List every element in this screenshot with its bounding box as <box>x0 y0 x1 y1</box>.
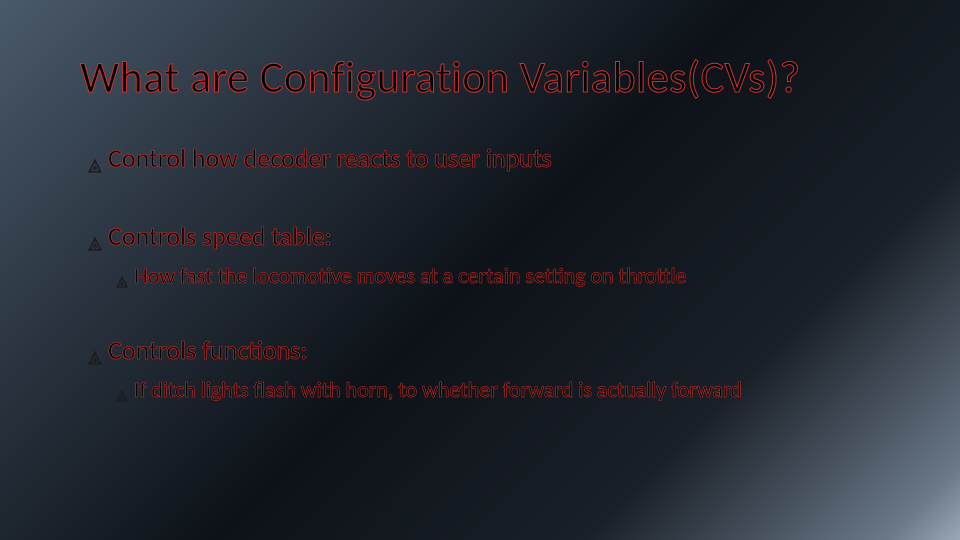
bullet-level2: If ditch lights flash with horn, to whet… <box>116 376 880 408</box>
slide-title: What are Configuration Variables(CVs)? <box>80 50 880 104</box>
slide: What are Configuration Variables(CVs)? C… <box>0 0 960 488</box>
bullet-text: Control how decoder reacts to user input… <box>108 142 552 174</box>
triangle-bullet-icon <box>116 381 128 408</box>
bullet-level1: Controls speed table: <box>88 220 880 258</box>
bullet-text: Controls speed table: <box>108 220 332 252</box>
bullet-text: If ditch lights flash with horn, to whet… <box>134 376 742 404</box>
bullet-level2: How fast the locomotive moves at a certa… <box>116 262 880 294</box>
bullet-text: How fast the locomotive moves at a certa… <box>134 262 686 290</box>
bullet-level1: Controls functions: <box>88 334 880 372</box>
triangle-bullet-icon <box>88 148 102 180</box>
triangle-bullet-icon <box>88 226 102 258</box>
bullet-level1: Control how decoder reacts to user input… <box>88 142 880 180</box>
triangle-bullet-icon <box>116 267 128 294</box>
triangle-bullet-icon <box>88 340 102 372</box>
bullet-text: Controls functions: <box>108 334 307 366</box>
